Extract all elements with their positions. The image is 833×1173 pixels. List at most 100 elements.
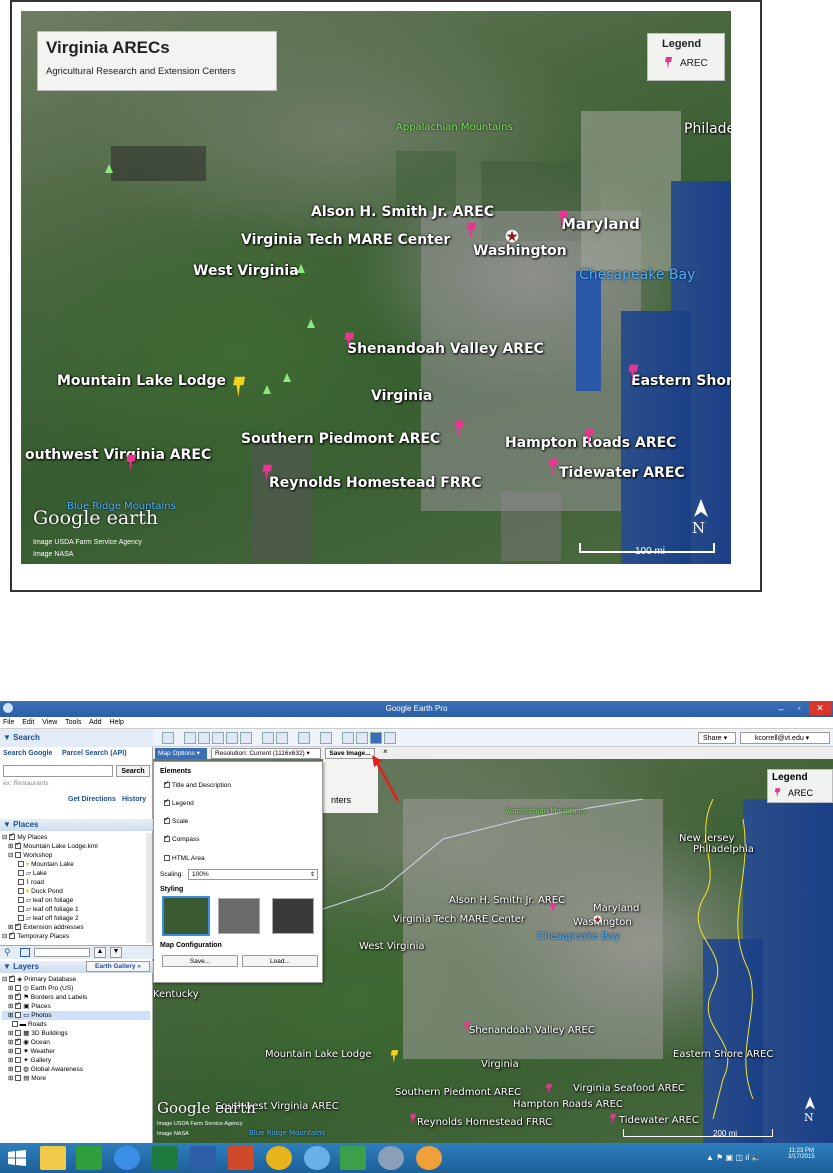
layer-3d-buildings[interactable]: ⊞ ▦ 3D Buildings xyxy=(2,1029,150,1038)
place-workshop[interactable]: ⊟ Workshop xyxy=(2,851,150,860)
word-icon[interactable] xyxy=(190,1146,216,1170)
placemark-icon[interactable] xyxy=(184,732,196,744)
search-button[interactable]: Search xyxy=(116,765,150,777)
tab-search-google[interactable]: Search Google xyxy=(3,750,52,757)
places-filter-input[interactable] xyxy=(34,948,90,957)
arec-pin-icon[interactable] xyxy=(549,902,558,914)
clock[interactable]: 11:23 PM 3/17/2015 xyxy=(788,1148,815,1160)
load-config-button[interactable]: Load... xyxy=(242,955,318,967)
email-icon[interactable] xyxy=(342,732,354,744)
style-option-1[interactable] xyxy=(162,896,210,936)
share-button[interactable]: Share ▾ xyxy=(698,732,736,744)
planet-icon[interactable] xyxy=(298,732,310,744)
powerpoint-icon[interactable] xyxy=(228,1146,254,1170)
place-lake[interactable]: ▱ Lake xyxy=(2,869,150,878)
sun-icon[interactable] xyxy=(276,732,288,744)
place-leaf-off-1[interactable]: ▱ leaf off foliage 1 xyxy=(2,905,150,914)
arec-pin-icon[interactable] xyxy=(409,1113,418,1125)
style-option-3[interactable] xyxy=(272,898,314,934)
menu-view[interactable]: View xyxy=(42,719,57,726)
close-window-icon[interactable]: ✕ xyxy=(809,702,831,715)
menu-edit[interactable]: Edit xyxy=(22,719,34,726)
menu-file[interactable]: File xyxy=(3,719,14,726)
maximize-icon[interactable]: ▫ xyxy=(791,701,807,715)
google-earth-task-icon[interactable] xyxy=(378,1146,404,1170)
move-down-icon[interactable]: ▼ xyxy=(110,947,122,958)
sidebar-toggle-icon[interactable] xyxy=(162,732,174,744)
imagery-patch xyxy=(396,151,456,211)
chrome-icon[interactable] xyxy=(266,1146,292,1170)
style-option-2[interactable] xyxy=(218,898,260,934)
ruler-icon[interactable] xyxy=(320,732,332,744)
places-header[interactable]: ▼ Places xyxy=(0,819,153,831)
move-up-icon[interactable]: ▲ xyxy=(94,947,106,958)
element-html-area[interactable]: HTML Area xyxy=(164,855,205,862)
element-scale[interactable]: Scale xyxy=(164,815,188,825)
place-mountain-lake[interactable]: ▾ Mountain Lake xyxy=(2,860,150,869)
arec-pin-icon[interactable] xyxy=(609,1113,618,1125)
place-leaf-off-2[interactable]: ▱ leaf off foliage 2 xyxy=(2,914,150,923)
print-icon[interactable] xyxy=(356,732,368,744)
history-icon[interactable] xyxy=(262,732,274,744)
layer-gallery[interactable]: ⊞ ✦ Gallery xyxy=(2,1056,150,1065)
scaling-input[interactable]: 100% ⇕ xyxy=(188,869,318,880)
element-legend[interactable]: Legend xyxy=(164,797,194,807)
arec-pin-icon[interactable] xyxy=(545,1083,554,1095)
layer-more[interactable]: ⊞ ▤ More xyxy=(2,1074,150,1083)
menu-bar: File Edit View Tools Add Help xyxy=(0,717,833,729)
place-temporary[interactable]: ⊟ Temporary Places xyxy=(2,930,150,941)
minimize-icon[interactable]: – xyxy=(773,701,789,715)
store-icon[interactable] xyxy=(76,1146,102,1170)
place-leaf-on[interactable]: ▱ leaf on foliage xyxy=(2,896,150,905)
arec-pin-icon[interactable] xyxy=(463,1021,472,1033)
layer-earth-pro[interactable]: ⊞ ◎ Earth Pro (US) xyxy=(2,984,150,993)
windows-start-icon[interactable] xyxy=(8,1150,26,1166)
layer-photos[interactable]: ⊞ ▭ Photos xyxy=(2,1011,150,1020)
scale-label: 100 mi xyxy=(635,546,666,557)
tour-icon[interactable] xyxy=(240,732,252,744)
save-image-icon[interactable] xyxy=(370,732,382,744)
element-title-description[interactable]: Title and Description xyxy=(164,779,231,789)
layer-primary-database[interactable]: ⊟ ◈ Primary Database xyxy=(2,973,150,984)
maps-icon[interactable] xyxy=(384,732,396,744)
mountain-lake-pin-icon[interactable] xyxy=(389,1049,401,1064)
place-extension-addresses[interactable]: ⊞ Extension addresses xyxy=(2,921,150,932)
account-dropdown[interactable]: kcorrell@vt.edu ▾ xyxy=(740,732,830,744)
paint-icon[interactable] xyxy=(416,1146,442,1170)
excel-icon[interactable] xyxy=(152,1146,178,1170)
publisher-icon[interactable] xyxy=(340,1146,366,1170)
layer-places[interactable]: ⊞ ▣ Places xyxy=(2,1000,150,1011)
help-icon[interactable] xyxy=(114,1146,140,1170)
layer-global-awareness[interactable]: ⊞ ◍ Global Awareness xyxy=(2,1065,150,1074)
file-explorer-icon[interactable] xyxy=(40,1146,66,1170)
places-scrollbar[interactable] xyxy=(146,833,152,943)
panel-icon[interactable] xyxy=(20,948,30,957)
overlay-icon[interactable] xyxy=(226,732,238,744)
earth-gallery-button[interactable]: Earth Gallery » xyxy=(86,961,150,972)
get-directions-link[interactable]: Get Directions xyxy=(68,796,116,803)
tab-parcel-search[interactable]: Parcel Search (API) xyxy=(62,750,127,757)
layer-borders[interactable]: ⊞ ⚑ Borders and Labels xyxy=(2,991,150,1002)
place-mountain-lake-kml[interactable]: ⊞ Mountain Lake Lodge.kml xyxy=(2,840,150,851)
path-icon[interactable] xyxy=(212,732,224,744)
history-link[interactable]: History xyxy=(122,796,146,803)
resolution-dropdown[interactable]: Resolution: Current (1116x632) ▾ xyxy=(211,748,321,759)
layer-ocean[interactable]: ⊞ ◉ Ocean xyxy=(2,1036,150,1047)
search-app-icon[interactable] xyxy=(304,1146,330,1170)
element-compass[interactable]: Compass xyxy=(164,833,199,843)
place-road[interactable]: ⌇ road xyxy=(2,878,150,887)
search-panel-header[interactable]: ▼ Search xyxy=(0,729,153,747)
place-duck-pond[interactable]: ▾ Duck Pond xyxy=(2,887,150,896)
map-options-button[interactable]: Map Options ▾ xyxy=(155,748,207,759)
search-input[interactable] xyxy=(3,765,113,777)
save-config-button[interactable]: Save... xyxy=(162,955,238,967)
search-icon[interactable]: ⚲ xyxy=(4,947,11,958)
polygon-icon[interactable] xyxy=(198,732,210,744)
menu-add[interactable]: Add xyxy=(89,719,101,726)
layer-weather[interactable]: ⊞ ✷ Weather xyxy=(2,1047,150,1056)
layer-roads[interactable]: ▬ Roads xyxy=(2,1020,150,1029)
tray-icons[interactable]: ▲ ⚑ ▣ ◫ ıl 🔈 xyxy=(706,1153,761,1162)
place-my-places[interactable]: ⊟ My Places xyxy=(2,831,150,842)
menu-tools[interactable]: Tools xyxy=(65,719,81,726)
menu-help[interactable]: Help xyxy=(109,719,123,726)
